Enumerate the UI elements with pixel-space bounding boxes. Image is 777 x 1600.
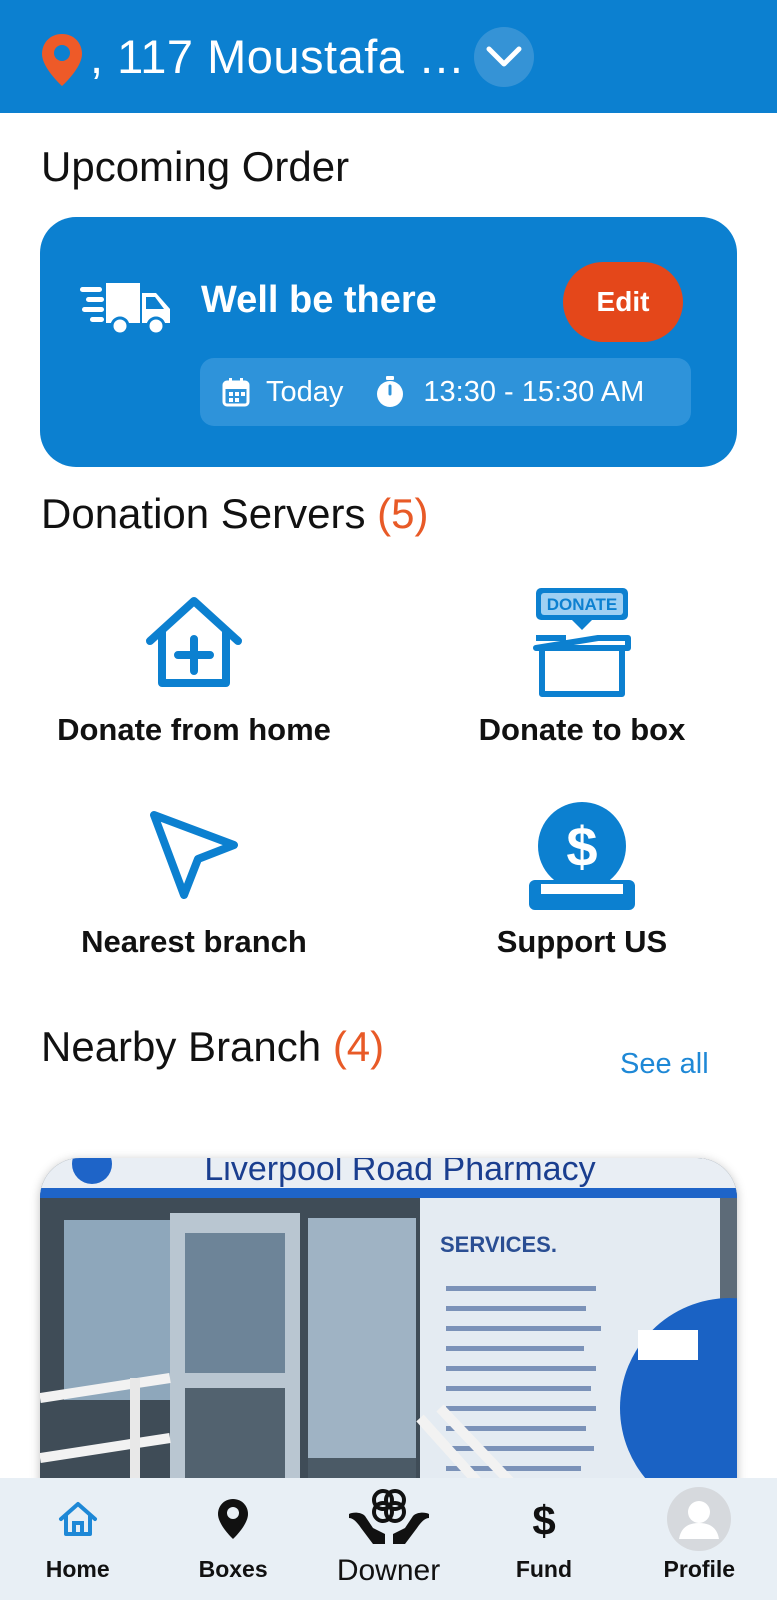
order-status-title: Well be there	[201, 279, 437, 321]
donation-servers-title: Donation Servers (5)	[41, 490, 429, 538]
delivery-truck-icon	[80, 283, 170, 335]
donation-servers-title-text: Donation Servers	[41, 490, 366, 537]
bottom-navigation: Home Boxes Downer $ Fund Profile	[0, 1478, 777, 1600]
home-icon	[58, 1502, 97, 1536]
nav-downer-label: Downer	[336, 1554, 441, 1587]
top-bar: , 117 Moustafa …	[0, 0, 777, 113]
map-pin-icon	[42, 33, 82, 86]
nearby-branch-title: Nearby Branch (4)	[41, 1023, 384, 1071]
nav-fund[interactable]: $ Fund	[466, 1478, 621, 1600]
donate-box-icon: DONATE	[533, 588, 631, 697]
delivery-time-range: 13:30 - 15:30 AM	[423, 375, 645, 408]
donate-box-icon-wrap: DONATE	[527, 588, 637, 698]
svg-text:$: $	[532, 1497, 555, 1541]
donate-to-box-label: Donate to box	[478, 712, 686, 747]
delivery-time-slot: Today 13:30 - 15:30 AM	[200, 358, 691, 426]
nav-home[interactable]: Home	[0, 1478, 155, 1600]
navigation-arrow-icon-wrap	[139, 800, 249, 910]
nav-profile-label: Profile	[663, 1556, 736, 1582]
donate-from-home-button[interactable]: Donate from home	[14, 588, 374, 748]
upcoming-order-card[interactable]: Well be there Edit Today 13:30 - 15:30 A…	[40, 217, 737, 467]
nav-downer[interactable]: Downer	[311, 1478, 466, 1600]
svg-text:$: $	[566, 815, 597, 878]
house-plus-icon	[146, 597, 242, 687]
address-dropdown-button[interactable]	[473, 26, 534, 87]
dollar-coin-icon: $	[529, 802, 635, 910]
nav-home-label: Home	[45, 1556, 110, 1582]
navigation-arrow-icon	[150, 811, 238, 899]
location-pin-icon	[218, 1499, 249, 1539]
support-us-label: Support US	[496, 924, 668, 959]
nav-boxes-label: Boxes	[198, 1556, 268, 1582]
delivery-address[interactable]: , 117 Moustafa …	[90, 29, 466, 84]
nearest-branch-label: Nearest branch	[81, 924, 307, 959]
calendar-icon	[222, 378, 250, 407]
donate-from-home-label: Donate from home	[57, 712, 331, 747]
donate-badge-text: DONATE	[547, 595, 618, 614]
donation-servers-count: (5)	[377, 490, 429, 537]
chevron-down-icon	[486, 46, 521, 66]
hands-heart-icon	[348, 1489, 429, 1544]
nearby-branch-count: (4)	[332, 1023, 385, 1070]
avatar-icon	[667, 1487, 732, 1551]
delivery-day: Today	[266, 375, 344, 408]
nav-profile[interactable]: Profile	[622, 1478, 777, 1600]
services-heading: SERVICES.	[440, 1232, 557, 1257]
dollar-coin-icon-wrap: $	[527, 800, 637, 910]
nearby-branch-title-text: Nearby Branch	[41, 1023, 322, 1070]
donate-to-box-button[interactable]: DONATE Donate to box	[402, 588, 762, 748]
edit-order-button[interactable]: Edit	[563, 262, 683, 342]
support-us-button[interactable]: $ Support US	[402, 800, 762, 960]
nav-boxes[interactable]: Boxes	[155, 1478, 310, 1600]
house-plus-icon-wrap	[139, 588, 249, 698]
pharmacy-sign-text: Liverpool Road Pharmacy	[204, 1158, 595, 1188]
dollar-sign-icon: $	[532, 1497, 555, 1541]
stopwatch-icon	[377, 376, 404, 407]
see-all-link[interactable]: See all	[620, 1048, 709, 1081]
nearest-branch-button[interactable]: Nearest branch	[14, 800, 374, 960]
upcoming-order-title-text: Upcoming Order	[41, 143, 350, 190]
nav-fund-label: Fund	[515, 1556, 573, 1582]
upcoming-order-title: Upcoming Order	[41, 143, 349, 191]
